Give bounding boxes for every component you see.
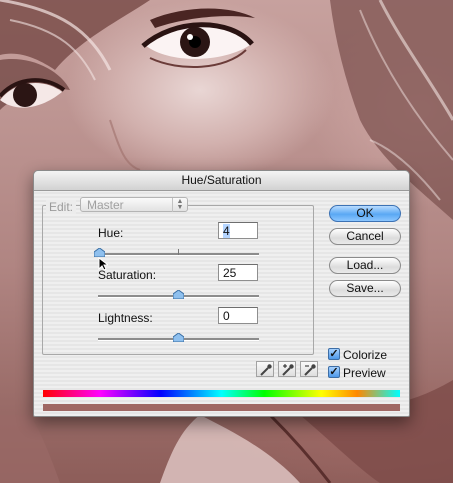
edit-label: Edit: [46,200,77,214]
hue-input[interactable]: 4 [218,222,258,239]
eyedropper-plus-icon [282,364,294,376]
hue-slider-thumb[interactable] [94,248,106,257]
hue-label: Hue: [98,226,124,240]
preview-label[interactable]: Preview [343,366,386,380]
lightness-label: Lightness: [98,311,153,325]
ok-button[interactable]: OK [329,205,401,222]
eyedropper-plus-button[interactable] [278,361,296,377]
save-button[interactable]: Save... [329,280,401,297]
mouse-cursor-icon [98,257,108,271]
eyedropper-minus-icon [304,364,316,376]
cancel-button[interactable]: Cancel [329,228,401,245]
edit-select-value: Master [87,198,124,212]
eyedropper-icon [260,364,272,376]
hue-saturation-dialog: Hue/Saturation Edit: Master ▲ ▼ Hue: 4 Sa… [33,170,410,417]
preview-checkbox[interactable]: ✓ [328,366,340,378]
input-spectrum-bar [43,390,400,397]
lightness-slider-thumb[interactable] [173,333,184,342]
chevron-updown-icon: ▲ ▼ [172,198,187,212]
eyedropper-minus-button[interactable] [300,361,318,377]
load-button[interactable]: Load... [329,257,401,274]
eyedropper-button[interactable] [256,361,274,377]
edit-select: Master ▲ ▼ [80,197,188,212]
output-color-bar [43,404,400,411]
lightness-input[interactable]: 0 [218,307,258,324]
hue-slider-track[interactable] [98,249,259,256]
saturation-slider-thumb[interactable] [173,290,184,299]
dialog-title: Hue/Saturation [34,171,409,191]
colorize-label[interactable]: Colorize [343,348,387,362]
saturation-input[interactable]: 25 [218,264,258,281]
colorize-checkbox[interactable]: ✓ [328,348,340,360]
